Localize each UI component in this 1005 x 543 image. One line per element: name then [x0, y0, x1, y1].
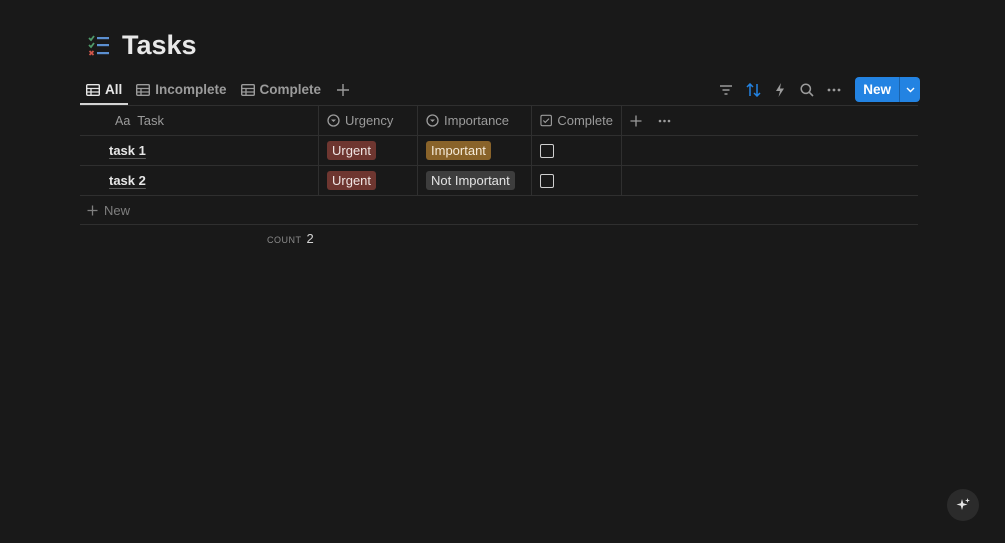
automation-icon[interactable] [771, 81, 789, 99]
column-label: Complete [557, 113, 613, 128]
urgency-cell[interactable]: Urgent [319, 136, 418, 165]
tab-incomplete[interactable]: Incomplete [130, 74, 232, 105]
tab-label: Incomplete [155, 82, 227, 97]
task-cell[interactable]: task 2 [80, 166, 319, 195]
tab-label: Complete [259, 82, 322, 97]
page-title: Tasks [122, 30, 197, 60]
task-name[interactable]: task 2 [109, 173, 146, 188]
empty-cell [622, 166, 918, 195]
tab-all[interactable]: All [80, 74, 129, 105]
checklist-icon[interactable] [86, 33, 112, 59]
new-button-group: New [855, 77, 920, 102]
importance-tag: Not Important [426, 171, 515, 190]
column-header-task[interactable]: Aa Task [80, 106, 319, 135]
urgency-tag: Urgent [327, 171, 377, 190]
complete-cell [532, 166, 622, 195]
column-header-complete[interactable]: Complete [532, 106, 622, 135]
table-icon [86, 83, 100, 96]
empty-cell [622, 136, 918, 165]
complete-checkbox[interactable] [540, 143, 554, 158]
tab-label: All [105, 82, 123, 97]
importance-cell[interactable]: Not Important [418, 166, 532, 195]
sort-icon[interactable] [744, 81, 762, 99]
chevron-down-icon [906, 87, 914, 92]
complete-checkbox[interactable] [540, 173, 554, 188]
select-icon [327, 114, 340, 127]
task-name[interactable]: task 1 [109, 143, 146, 158]
select-icon [426, 114, 439, 127]
toolbar: New [717, 74, 920, 105]
table-header: Aa Task Urgency Importance Complete [80, 106, 918, 136]
plus-icon [87, 205, 98, 215]
count-value: 2 [306, 231, 314, 246]
urgency-tag: Urgent [327, 141, 377, 160]
text-property-icon: Aa [115, 113, 131, 128]
add-property-icon[interactable] [630, 115, 642, 127]
table-row[interactable]: task 2 Urgent Not Important [80, 166, 918, 196]
checkbox-icon [540, 114, 552, 127]
add-view-button[interactable] [333, 80, 353, 100]
column-label: Urgency [345, 113, 394, 128]
view-bar: All Incomplete Complete New [80, 74, 920, 105]
urgency-cell[interactable]: Urgent [319, 166, 418, 195]
database-table: Aa Task Urgency Importance Complete task… [80, 105, 918, 225]
column-label: Importance [444, 113, 510, 128]
view-tabs: All Incomplete Complete [80, 74, 353, 105]
new-dropdown-button[interactable] [899, 77, 920, 102]
new-button[interactable]: New [855, 77, 899, 102]
header-actions [622, 106, 918, 135]
search-icon[interactable] [798, 81, 816, 99]
more-icon[interactable] [658, 119, 671, 123]
importance-cell[interactable]: Important [418, 136, 532, 165]
more-icon[interactable] [825, 81, 843, 99]
new-row-label: New [104, 202, 131, 218]
column-label: Task [137, 113, 165, 128]
count-summary[interactable]: COUNT 2 [267, 231, 314, 246]
filter-icon[interactable] [717, 81, 735, 99]
column-header-urgency[interactable]: Urgency [319, 106, 418, 135]
table-row[interactable]: task 1 Urgent Important [80, 136, 918, 166]
importance-tag: Important [426, 141, 491, 160]
tab-complete[interactable]: Complete [235, 74, 328, 105]
sparkle-icon [956, 498, 970, 510]
new-row-button[interactable]: New [80, 196, 918, 225]
table-icon [240, 83, 255, 96]
task-cell[interactable]: task 1 [80, 136, 319, 165]
count-label: COUNT [267, 235, 302, 245]
column-header-importance[interactable]: Importance [418, 106, 532, 135]
ai-assistant-button[interactable] [947, 489, 979, 521]
complete-cell [532, 136, 622, 165]
table-icon [136, 83, 151, 96]
page-header: Tasks [86, 30, 197, 61]
plus-icon [337, 83, 350, 96]
